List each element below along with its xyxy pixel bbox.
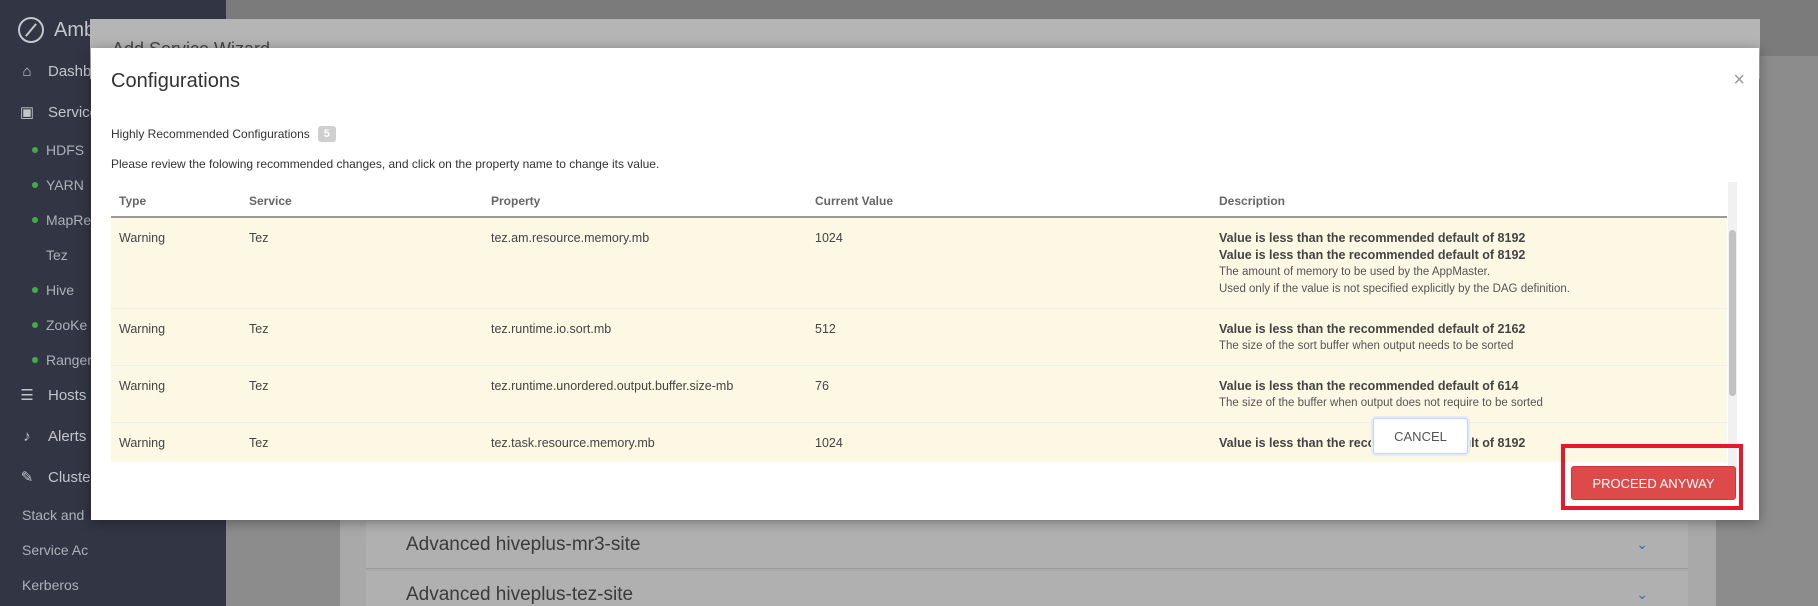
sidebar-item-cluster[interactable]: ✎ Cluster bbox=[18, 469, 96, 486]
wrench-icon: ✎ bbox=[20, 468, 34, 486]
table-row: Warning Tez tez.task.resource.memory.mb … bbox=[111, 422, 1727, 462]
table-header-row: Type Service Property Current Value Desc… bbox=[111, 182, 1727, 218]
briefcase-icon: ▣ bbox=[19, 103, 35, 121]
config-section-hiveplus-tez-site[interactable]: Advanced hiveplus-tez-site ⌄ bbox=[366, 571, 1688, 606]
recommended-header: Highly Recommended Configurations 5 bbox=[111, 126, 336, 142]
configurations-modal: Configurations × Highly Recommended Conf… bbox=[91, 48, 1759, 520]
status-dot-icon bbox=[32, 182, 38, 188]
brand[interactable]: Amb bbox=[18, 14, 95, 46]
section-label: Advanced hiveplus-mr3-site bbox=[406, 533, 641, 555]
sidebar-item-label: YARN bbox=[46, 177, 84, 193]
table-row: Warning Tez tez.runtime.unordered.output… bbox=[111, 365, 1727, 423]
cell-service: Tez bbox=[241, 422, 483, 462]
sidebar-service-hdfs[interactable]: HDFS bbox=[32, 142, 84, 158]
recommended-count-badge: 5 bbox=[317, 126, 336, 142]
sidebar-item-dashboard[interactable]: ⌂ Dashbo bbox=[18, 62, 99, 80]
sidebar-item-hosts[interactable]: ☰ Hosts bbox=[18, 387, 86, 404]
status-dot-icon bbox=[32, 147, 38, 153]
sidebar-item-services[interactable]: ▣ Service bbox=[18, 104, 98, 121]
section-label: Advanced hiveplus-tez-site bbox=[406, 583, 634, 605]
sidebar-item-label: Alerts bbox=[48, 428, 87, 445]
chevron-down-icon: ⌄ bbox=[1636, 536, 1648, 552]
cell-description: Value is less than the recommended defau… bbox=[1211, 216, 1727, 309]
cell-type: Warning bbox=[111, 308, 241, 366]
cancel-button[interactable]: CANCEL bbox=[1373, 418, 1468, 454]
sidebar-item-label: HDFS bbox=[46, 142, 85, 158]
column-header-type: Type bbox=[111, 182, 241, 218]
description-text: The size of the sort buffer when output … bbox=[1219, 340, 1514, 352]
cell-current-value: 512 bbox=[807, 308, 1211, 366]
sidebar-item-label: Hive bbox=[46, 282, 75, 298]
status-dot-icon bbox=[32, 322, 38, 328]
sidebar-service-hive[interactable]: Hive bbox=[32, 282, 74, 298]
config-section-hiveplus-mr3-site[interactable]: Advanced hiveplus-mr3-site ⌄ bbox=[366, 521, 1688, 569]
scrollbar-thumb[interactable] bbox=[1729, 230, 1736, 396]
column-header-current-value: Current Value bbox=[807, 182, 1211, 218]
proceed-anyway-button[interactable]: PROCEED ANYWAY bbox=[1571, 466, 1736, 500]
sidebar-service-zookeeper[interactable]: ZooKe bbox=[32, 317, 87, 333]
cell-type: Warning bbox=[111, 216, 241, 309]
description-warning: Value is less than the recommended defau… bbox=[1219, 231, 1526, 245]
status-dot-icon bbox=[32, 357, 38, 363]
description-warning: Value is less than the recommended defau… bbox=[1219, 322, 1526, 336]
close-icon[interactable]: × bbox=[1733, 70, 1745, 90]
table-row: Warning Tez tez.runtime.io.sort.mb 512 V… bbox=[111, 308, 1727, 366]
sidebar-cluster-kerberos[interactable]: Kerberos bbox=[22, 577, 79, 593]
sidebar-item-alerts[interactable]: ♪ Alerts bbox=[18, 428, 86, 445]
recommended-label: Highly Recommended Configurations bbox=[111, 127, 310, 141]
cell-property-link[interactable]: tez.runtime.io.sort.mb bbox=[483, 308, 807, 366]
cell-service: Tez bbox=[241, 216, 483, 309]
cell-property-link[interactable]: tez.task.resource.memory.mb bbox=[483, 422, 807, 462]
sidebar-service-yarn[interactable]: YARN bbox=[32, 177, 84, 193]
recommendations-table-container[interactable]: Type Service Property Current Value Desc… bbox=[111, 182, 1727, 481]
sidebar-service-tez[interactable]: Tez bbox=[46, 247, 68, 263]
cell-property-link[interactable]: tez.runtime.unordered.output.buffer.size… bbox=[483, 365, 807, 423]
description-text: The size of the buffer when output does … bbox=[1219, 397, 1543, 409]
status-dot-icon bbox=[32, 217, 38, 223]
sidebar-item-label: Hosts bbox=[48, 387, 87, 404]
cell-type: Warning bbox=[111, 422, 241, 462]
cell-current-value: 1024 bbox=[807, 216, 1211, 309]
sidebar-item-label: Ranger bbox=[46, 352, 92, 368]
hosts-icon: ☰ bbox=[20, 386, 34, 404]
cell-description: Value is less than the recommended defau… bbox=[1211, 365, 1727, 423]
bell-icon: ♪ bbox=[23, 427, 31, 445]
cell-service: Tez bbox=[241, 365, 483, 423]
sidebar-cluster-stack[interactable]: Stack and bbox=[22, 507, 84, 523]
brand-name: Amb bbox=[54, 18, 96, 41]
description-text: The amount of memory to be used by the A… bbox=[1219, 266, 1491, 278]
cell-type: Warning bbox=[111, 365, 241, 423]
table-scrollbar[interactable] bbox=[1728, 182, 1737, 481]
column-header-description: Description bbox=[1211, 182, 1727, 218]
cell-description: Value is less than the recommended defau… bbox=[1211, 308, 1727, 366]
sidebar-item-label: Tez bbox=[46, 247, 68, 263]
description-text: Used only if the value is not specified … bbox=[1219, 283, 1570, 295]
modal-title: Configurations bbox=[111, 70, 240, 92]
sidebar-service-ranger[interactable]: Ranger bbox=[32, 352, 92, 368]
sidebar-cluster-service-accounts[interactable]: Service Ac bbox=[22, 542, 88, 558]
ambari-logo-icon bbox=[18, 17, 44, 43]
description-warning: Value is less than the recommended defau… bbox=[1219, 248, 1526, 262]
sidebar-item-label: Cluster bbox=[48, 469, 96, 486]
table-row: Warning Tez tez.am.resource.memory.mb 10… bbox=[111, 216, 1727, 309]
sidebar-service-mapreduce[interactable]: MapRe bbox=[32, 212, 91, 228]
sidebar-item-label: ZooKe bbox=[46, 317, 88, 333]
column-header-service: Service bbox=[241, 182, 483, 218]
recommendations-table: Type Service Property Current Value Desc… bbox=[111, 182, 1727, 462]
cell-current-value: 1024 bbox=[807, 422, 1211, 462]
description-warning: Value is less than the recommended defau… bbox=[1219, 379, 1519, 393]
cell-property-link[interactable]: tez.am.resource.memory.mb bbox=[483, 216, 807, 309]
status-dot-icon bbox=[32, 287, 38, 293]
home-icon: ⌂ bbox=[22, 62, 32, 80]
cell-service: Tez bbox=[241, 308, 483, 366]
review-instructions: Please review the folowing recommended c… bbox=[111, 157, 660, 171]
chevron-down-icon: ⌄ bbox=[1636, 586, 1648, 602]
cell-current-value: 76 bbox=[807, 365, 1211, 423]
sidebar-item-label: MapRe bbox=[46, 212, 92, 228]
column-header-property: Property bbox=[483, 182, 807, 218]
